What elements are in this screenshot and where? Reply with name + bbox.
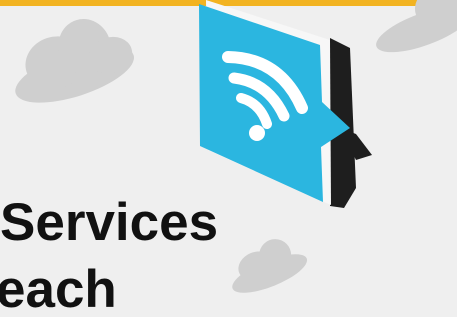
cloud-icon	[376, 0, 457, 53]
headline-line-1: Services	[0, 193, 219, 252]
headline-line-2: each	[0, 260, 117, 317]
wifi-speech-bubble-icon	[199, 0, 372, 208]
cloud-icon	[232, 239, 308, 293]
banner-image: Services each	[0, 0, 457, 317]
cloud-icon	[15, 19, 134, 103]
